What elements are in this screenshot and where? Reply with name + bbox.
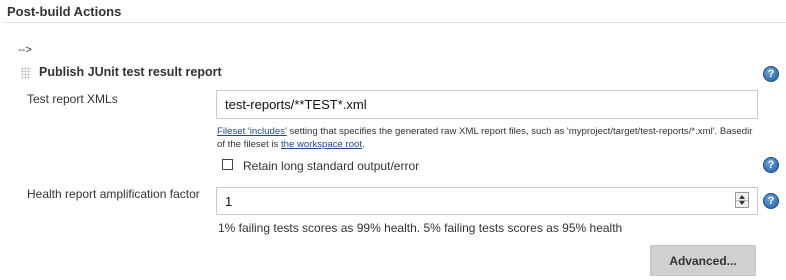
arrow-text: --> <box>18 44 32 56</box>
help-icon-step[interactable]: ? <box>763 66 779 82</box>
retain-output-label[interactable]: Retain long standard output/error <box>243 159 419 173</box>
help-icon-health-factor[interactable]: ? <box>763 193 779 209</box>
section-title: Post-build Actions <box>7 4 122 19</box>
retain-output-checkbox[interactable] <box>222 159 233 170</box>
drag-handle-icon[interactable] <box>21 67 31 79</box>
step-title: Publish JUnit test result report <box>39 65 222 79</box>
health-factor-label: Health report amplification factor <box>27 187 200 201</box>
health-factor-input[interactable] <box>216 187 758 215</box>
advanced-button[interactable]: Advanced... <box>650 245 756 276</box>
help-icon-retain-output[interactable]: ? <box>763 157 779 173</box>
description-end: . <box>362 139 365 150</box>
health-factor-description: 1% failing tests scores as 99% health. 5… <box>218 221 623 235</box>
test-report-xmls-input[interactable] <box>216 90 758 119</box>
test-report-xmls-label: Test report XMLs <box>27 92 118 106</box>
workspace-root-link[interactable]: the workspace root <box>281 139 362 150</box>
fileset-includes-link[interactable]: Fileset 'includes' <box>217 126 287 137</box>
test-report-xmls-description: Fileset 'includes' setting that specifie… <box>217 125 757 151</box>
stepper-up-icon[interactable] <box>739 195 745 199</box>
section-divider <box>4 22 786 23</box>
stepper-down-icon[interactable] <box>739 201 745 205</box>
health-factor-stepper[interactable] <box>735 192 749 208</box>
